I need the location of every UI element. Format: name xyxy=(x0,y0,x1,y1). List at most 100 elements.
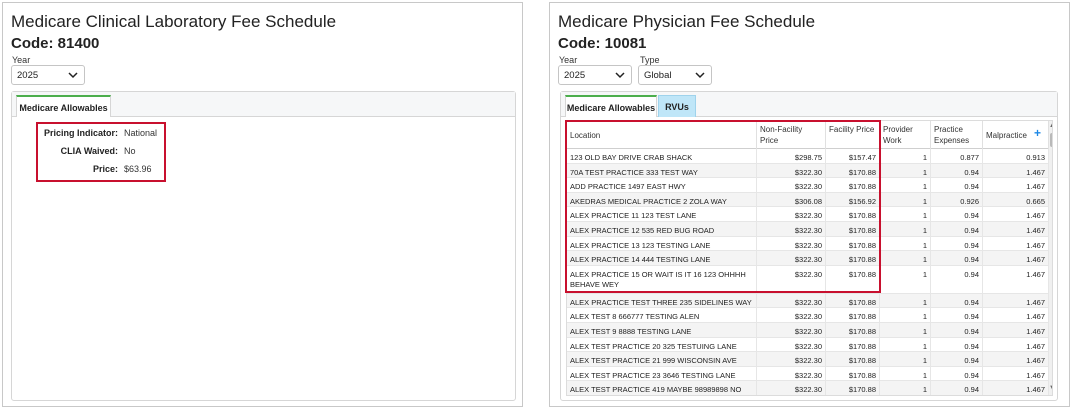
cell-facility-price: $170.88 xyxy=(826,236,880,251)
type-label: Type xyxy=(640,55,660,65)
column-header-non-facility-price[interactable]: Non-Facility Price xyxy=(757,121,826,149)
cell-location: ALEX PRACTICE 12 535 RED BUG ROAD xyxy=(567,222,757,236)
cell-facility-price: $170.88 xyxy=(826,323,880,337)
scroll-up-icon[interactable]: ▲ xyxy=(1049,123,1052,129)
cell-non-facility-price: $298.75 xyxy=(757,149,826,163)
table-row[interactable]: ALEX PRACTICE TEST THREE 235 SIDELINES W… xyxy=(567,293,1049,309)
cell-malpractice: 1.467 xyxy=(983,381,1049,395)
cell-location: ALEX TEST PRACTICE 23 3646 TESTING LANE xyxy=(567,366,757,381)
table-row[interactable]: ALEX TEST 9 8888 TESTING LANE $322.30 $170… xyxy=(567,323,1049,338)
detail-value: $63.96 xyxy=(124,164,152,174)
table-row[interactable]: 123 OLD BAY DRIVE CRAB SHACK $298.75 $157.… xyxy=(567,149,1049,164)
details-box: Pricing Indicator: National CLIA Waived:… xyxy=(36,122,166,182)
clinical-lab-fee-panel: Medicare Clinical Laboratory Fee Schedul… xyxy=(2,2,523,407)
cell-practice-expenses: 0.94 xyxy=(931,323,983,337)
table-row[interactable]: ALEX PRACTICE 13 123 TESTING LANE $322.30… xyxy=(567,236,1049,252)
table-row[interactable]: ALEX TEST PRACTICE 23 3646 TESTING LANE $… xyxy=(567,366,1049,382)
cell-malpractice: 1.467 xyxy=(983,236,1049,251)
column-header-facility-price[interactable]: Facility Price xyxy=(826,121,880,149)
cell-provider-work: 1 xyxy=(880,207,931,221)
cell-malpractice: 1.467 xyxy=(983,366,1049,381)
tab-bar: Medicare Allowables xyxy=(12,92,515,117)
cell-non-facility-price: $322.30 xyxy=(757,265,826,293)
year-select[interactable]: 2025 xyxy=(558,65,632,85)
cell-provider-work: 1 xyxy=(880,178,931,192)
cell-practice-expenses: 0.94 xyxy=(931,163,983,178)
cell-location: ALEX TEST PRACTICE 419 MAYBE 98989898 NO… xyxy=(567,381,757,395)
code-label: Code: 10081 xyxy=(558,35,647,52)
cell-facility-price: $170.88 xyxy=(826,366,880,381)
cell-malpractice: 1.467 xyxy=(983,293,1049,308)
detail-key: CLIA Waived: xyxy=(60,146,118,156)
cell-malpractice: 1.467 xyxy=(983,178,1049,192)
year-label: Year xyxy=(559,55,578,65)
cell-provider-work: 1 xyxy=(880,236,931,251)
cell-location: ALEX TEST PRACTICE 20 325 TESTUING LANE xyxy=(567,337,757,352)
cell-practice-expenses: 0.877 xyxy=(931,149,983,163)
table-row[interactable]: ALEX PRACTICE 12 535 RED BUG ROAD $322.30… xyxy=(567,222,1049,237)
cell-practice-expenses: 0.94 xyxy=(931,178,983,192)
cell-non-facility-price: $322.30 xyxy=(757,178,826,192)
cell-facility-price: $170.88 xyxy=(826,251,880,265)
cell-facility-price: $170.88 xyxy=(826,178,880,192)
scroll-thumb[interactable] xyxy=(1050,133,1052,147)
chevron-down-icon xyxy=(695,72,705,79)
cell-malpractice: 1.467 xyxy=(983,352,1049,366)
cell-provider-work: 1 xyxy=(880,149,931,163)
cell-provider-work: 1 xyxy=(880,381,931,395)
table-header: Location Non-Facility Price Facility Pri… xyxy=(567,121,1049,149)
cell-provider-work: 1 xyxy=(880,251,931,265)
table-row[interactable]: ALEX TEST PRACTICE 21 999 WISCONSIN AVE $… xyxy=(567,352,1049,367)
table-row[interactable]: ALEX TEST PRACTICE 20 325 TESTUING LANE $… xyxy=(567,337,1049,353)
column-header-practice-expenses[interactable]: Practice Expenses xyxy=(931,121,983,149)
cell-practice-expenses: 0.94 xyxy=(931,222,983,236)
year-label: Year xyxy=(12,55,31,65)
scroll-down-icon[interactable]: ▼ xyxy=(1049,385,1052,391)
cell-provider-work: 1 xyxy=(880,293,931,308)
detail-key: Price: xyxy=(92,164,118,174)
table-row[interactable]: 70A TEST PRACTICE 333 TEST WAY $322.30 $17… xyxy=(567,163,1049,179)
table-scrollbar[interactable]: ▲ ▼ xyxy=(1049,121,1052,395)
allowables-card: Medicare Allowables Pricing Indicator: N… xyxy=(11,91,516,401)
table-row[interactable]: AKEDRAS MEDICAL PRACTICE 2 ZOLA WAY $306.… xyxy=(567,192,1049,208)
cell-location: ALEX PRACTICE 14 444 TESTING LANE xyxy=(567,251,757,265)
type-select[interactable]: Global xyxy=(638,65,712,85)
tab-rvus[interactable]: RVUs xyxy=(658,95,696,117)
chevron-down-icon xyxy=(68,72,78,79)
cell-non-facility-price: $322.30 xyxy=(757,236,826,251)
cell-provider-work: 1 xyxy=(880,323,931,337)
cell-non-facility-price: $322.30 xyxy=(757,366,826,381)
cell-practice-expenses: 0.94 xyxy=(931,352,983,366)
tab-medicare-allowables[interactable]: Medicare Allowables xyxy=(565,95,657,117)
add-column-icon[interactable]: + xyxy=(1034,126,1041,140)
column-header-provider-work[interactable]: Provider Work xyxy=(880,121,931,149)
cell-facility-price: $170.88 xyxy=(826,293,880,308)
tab-medicare-allowables[interactable]: Medicare Allowables xyxy=(16,95,111,117)
cell-location: ALEX TEST PRACTICE 21 999 WISCONSIN AVE xyxy=(567,352,757,366)
tab-bar: Medicare Allowables RVUs xyxy=(561,92,1057,117)
cell-facility-price: $170.88 xyxy=(826,352,880,366)
cell-provider-work: 1 xyxy=(880,337,931,352)
table-row[interactable]: ADD PRACTICE 1497 EAST HWY $322.30 $170.88… xyxy=(567,178,1049,193)
cell-location: ALEX TEST 8 666777 TESTING ALEN xyxy=(567,308,757,322)
cell-location: ALEX PRACTICE 15 OR WAIT IS IT 16 123 OH… xyxy=(567,265,757,293)
table-row[interactable]: ALEX TEST 8 666777 TESTING ALEN $322.30 $1… xyxy=(567,308,1049,323)
cell-location: 123 OLD BAY DRIVE CRAB SHACK xyxy=(567,149,757,163)
cell-provider-work: 1 xyxy=(880,352,931,366)
table-row[interactable]: ALEX TEST PRACTICE 419 MAYBE 98989898 NO… xyxy=(567,381,1049,395)
column-header-location[interactable]: Location xyxy=(567,121,757,149)
cell-location: ALEX PRACTICE 11 123 TEST LANE xyxy=(567,207,757,221)
cell-non-facility-price: $322.30 xyxy=(757,293,826,308)
table-row[interactable]: ALEX PRACTICE 11 123 TEST LANE $322.30 $17… xyxy=(567,207,1049,222)
cell-non-facility-price: $322.30 xyxy=(757,222,826,236)
cell-facility-price: $170.88 xyxy=(826,207,880,221)
cell-practice-expenses: 0.94 xyxy=(931,308,983,322)
table-row[interactable]: ALEX PRACTICE 15 OR WAIT IS IT 16 123 OH… xyxy=(567,265,1049,294)
year-select-value: 2025 xyxy=(564,70,586,81)
cell-malpractice: 1.467 xyxy=(983,163,1049,178)
cell-location: ADD PRACTICE 1497 EAST HWY xyxy=(567,178,757,192)
cell-malpractice: 1.467 xyxy=(983,207,1049,221)
table-row[interactable]: ALEX PRACTICE 14 444 TESTING LANE $322.30… xyxy=(567,251,1049,266)
year-select[interactable]: 2025 xyxy=(11,65,85,85)
cell-practice-expenses: 0.94 xyxy=(931,236,983,251)
